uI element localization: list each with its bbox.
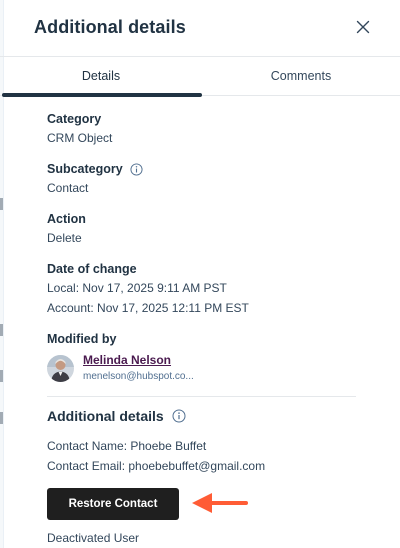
category-value: CRM Object	[47, 131, 113, 145]
contact-name-line: Contact Name: Phoebe Buffet	[47, 439, 207, 453]
subcategory-value: Contact	[47, 181, 89, 195]
arrow-icon	[192, 493, 248, 513]
user-name-link[interactable]: Melinda Nelson	[83, 352, 194, 368]
action-value: Delete	[47, 231, 82, 245]
section-divider	[47, 396, 356, 397]
local-time-value: Local: Nov 17, 2025 9:11 AM PST	[47, 281, 227, 295]
category-section: Category CRM Object	[47, 110, 357, 148]
category-label: Category	[47, 112, 102, 126]
avatar-image	[47, 354, 74, 382]
tab-bar: Details Comments	[0, 56, 400, 97]
user-email: menelson@hubspot.co...	[83, 371, 194, 382]
additional-details-heading-row: Additional details	[47, 406, 367, 426]
tab-details[interactable]: Details	[0, 57, 202, 95]
user-info: Melinda Nelson menelson@hubspot.co...	[83, 352, 194, 384]
tab-comments[interactable]: Comments	[202, 57, 400, 95]
action-label: Action	[47, 212, 86, 226]
action-section: Action Delete	[47, 210, 357, 248]
details-content: Category CRM Object Subcategory Contact …	[47, 110, 357, 396]
modified-by-section: Modified by Melinda Nelson menelson@hubs…	[47, 330, 357, 384]
detail-lines: Contact Name: Phoebe Buffet Contact Emai…	[47, 436, 367, 476]
account-time-value: Account: Nov 17, 2025 12:11 PM EST	[47, 301, 249, 315]
avatar[interactable]	[47, 354, 74, 382]
user-row: Melinda Nelson menelson@hubspot.co...	[47, 352, 357, 384]
edge-tick	[0, 412, 3, 424]
close-icon	[356, 20, 370, 34]
additional-details-panel: Additional details Details Comments Cate…	[0, 0, 400, 548]
additional-details-section: Additional details Contact Name: Phoebe …	[47, 406, 367, 476]
edge-tick	[0, 370, 3, 382]
subcategory-label-row: Subcategory	[47, 160, 357, 178]
date-of-change-label: Date of change	[47, 262, 137, 276]
close-button[interactable]	[356, 20, 370, 34]
info-icon[interactable]	[130, 162, 143, 176]
modified-by-label: Modified by	[47, 332, 117, 346]
info-icon[interactable]	[172, 409, 186, 423]
additional-details-heading: Additional details	[47, 408, 164, 424]
panel-header: Additional details	[34, 16, 384, 40]
edge-tick	[0, 324, 3, 336]
subcategory-label: Subcategory	[47, 162, 123, 176]
panel-title: Additional details	[34, 17, 186, 37]
restore-contact-button[interactable]: Restore Contact	[47, 488, 179, 520]
contact-email-line: Contact Email: phoebebuffet@gmail.com	[47, 459, 266, 473]
date-of-change-section: Date of change Local: Nov 17, 2025 9:11 …	[47, 260, 357, 318]
subcategory-section: Subcategory Contact	[47, 160, 357, 198]
edge-tick	[0, 198, 3, 210]
deactivated-user-text: Deactivated User	[47, 531, 140, 545]
active-tab-indicator	[2, 93, 202, 97]
